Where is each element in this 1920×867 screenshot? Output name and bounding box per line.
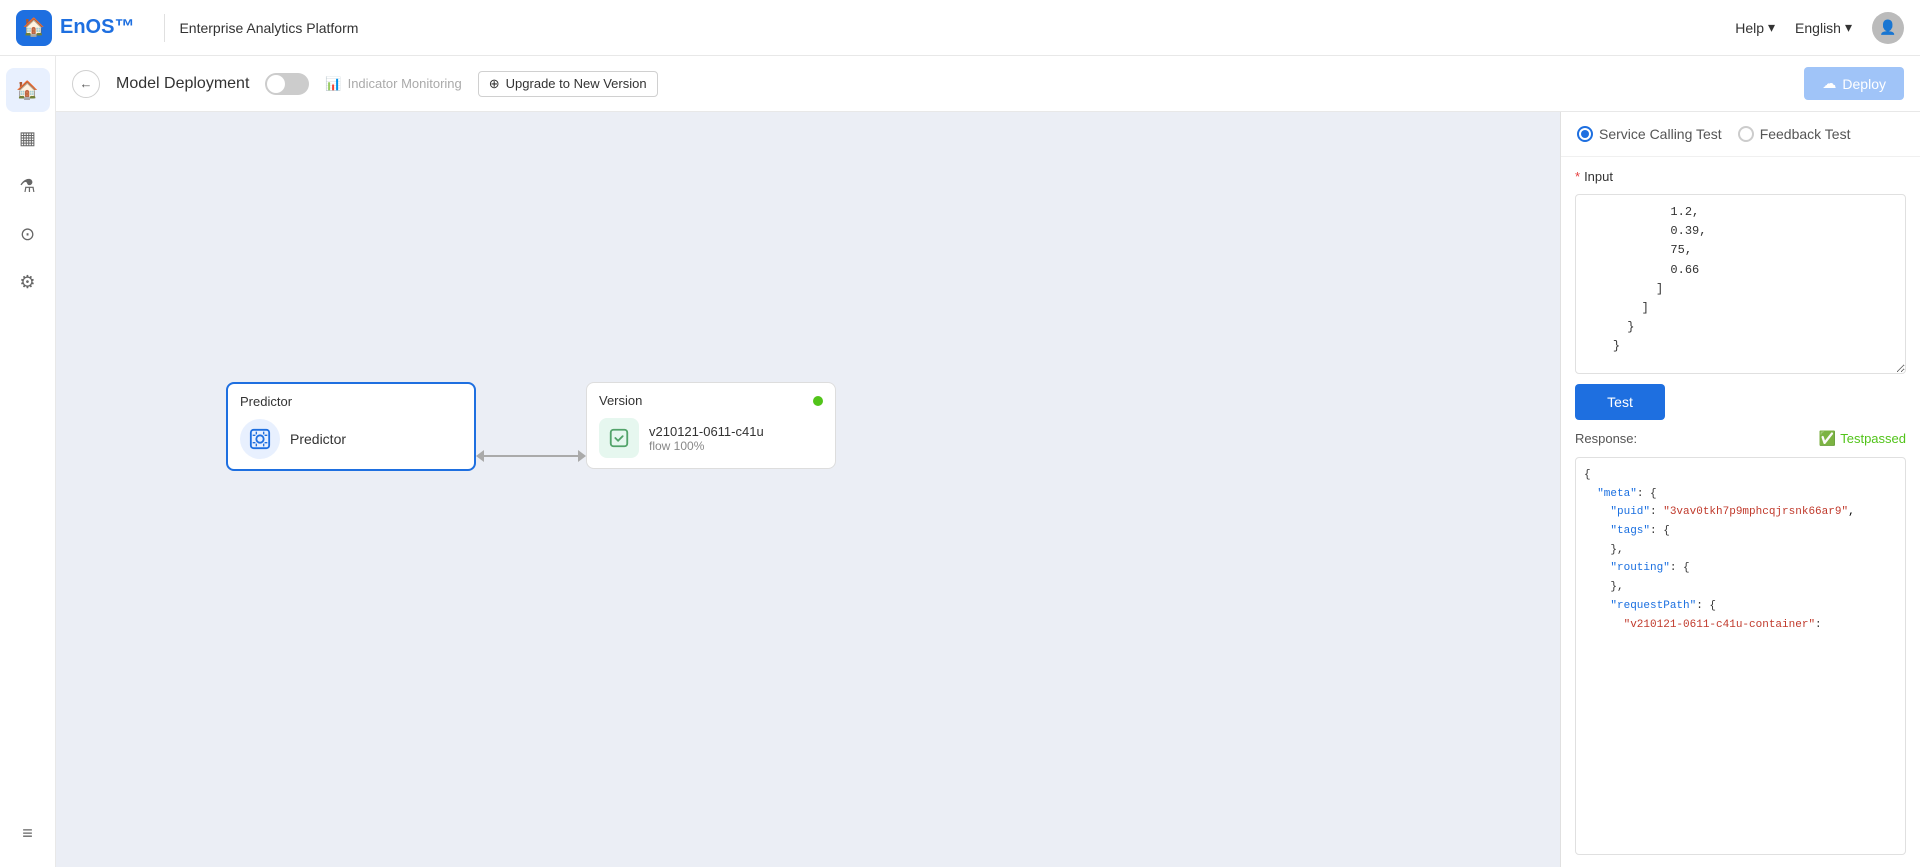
tab-feedback-test[interactable]: Feedback Test bbox=[1738, 126, 1851, 142]
tab-service-label: Service Calling Test bbox=[1599, 126, 1722, 142]
right-panel-content: * Input 1.2, 0.39, 75, 0.66 ] ] } } Test… bbox=[1561, 157, 1920, 867]
help-label: Help bbox=[1735, 20, 1764, 36]
deploy-icon: ☁ bbox=[1822, 75, 1836, 92]
canvas-area: Predictor Predictor Version bbox=[56, 112, 1920, 867]
sidebar-item-home[interactable]: 🏠 bbox=[6, 68, 50, 112]
lang-button[interactable]: English ▾ bbox=[1795, 19, 1852, 36]
predictor-label: Predictor bbox=[290, 431, 346, 447]
deploy-label: Deploy bbox=[1842, 76, 1886, 92]
sidebar-item-lab[interactable]: ⚗ bbox=[6, 164, 50, 208]
right-panel-tabs: Service Calling Test Feedback Test bbox=[1561, 112, 1920, 157]
help-chevron: ▾ bbox=[1768, 19, 1775, 36]
back-button[interactable]: ← bbox=[72, 70, 100, 98]
tab-feedback-label: Feedback Test bbox=[1760, 126, 1851, 142]
nav-divider bbox=[164, 14, 165, 42]
sidebar-item-dashboard[interactable]: ▦ bbox=[6, 116, 50, 160]
arrow-connector bbox=[476, 450, 586, 462]
upgrade-icon: ⊕ bbox=[489, 76, 500, 92]
logo-icon: 🏠 bbox=[16, 10, 52, 46]
version-node-header: Version bbox=[599, 393, 823, 408]
toggle-knob bbox=[267, 75, 285, 93]
lang-chevron: ▾ bbox=[1845, 19, 1852, 36]
avatar-icon: 👤 bbox=[1879, 19, 1896, 36]
help-button[interactable]: Help ▾ bbox=[1735, 19, 1775, 36]
arrow-head-left bbox=[476, 450, 484, 462]
version-icon bbox=[599, 418, 639, 458]
arrow-line bbox=[484, 455, 578, 457]
predictor-icon bbox=[240, 419, 280, 459]
version-node[interactable]: Version v210121-0611-c41u flow 100% bbox=[586, 382, 836, 469]
version-id: v210121-0611-c41u bbox=[649, 424, 764, 439]
tab-service-calling-test[interactable]: Service Calling Test bbox=[1577, 126, 1722, 142]
test-button[interactable]: Test bbox=[1575, 384, 1665, 420]
indicator-monitoring-button[interactable]: 📊 Indicator Monitoring bbox=[325, 76, 461, 92]
top-nav: 🏠 EnOS™ Enterprise Analytics Platform He… bbox=[0, 0, 1920, 56]
deploy-button[interactable]: ☁ Deploy bbox=[1804, 67, 1904, 100]
input-label: * Input bbox=[1575, 169, 1906, 184]
avatar[interactable]: 👤 bbox=[1872, 12, 1904, 44]
sidebar-item-settings[interactable]: ⚙ bbox=[6, 260, 50, 304]
version-flow: flow 100% bbox=[649, 439, 764, 453]
tab-radio-service bbox=[1577, 126, 1593, 142]
input-textarea[interactable]: 1.2, 0.39, 75, 0.66 ] ] } } bbox=[1575, 194, 1906, 374]
check-circle-icon: ✅ bbox=[1819, 430, 1836, 447]
indicator-icon: 📊 bbox=[325, 76, 341, 92]
version-status-dot bbox=[813, 396, 823, 406]
left-sidebar: 🏠 ▦ ⚗ ⊙ ⚙ ≡ bbox=[0, 56, 56, 867]
input-label-text: Input bbox=[1584, 169, 1613, 184]
logo-text: EnOS™ bbox=[60, 16, 134, 39]
sidebar-item-data[interactable]: ⊙ bbox=[6, 212, 50, 256]
test-passed-badge: ✅ Testpassed bbox=[1819, 430, 1906, 447]
sidebar-item-menu[interactable]: ≡ bbox=[6, 811, 50, 855]
arrow-head-right bbox=[578, 450, 586, 462]
upgrade-label: Upgrade to New Version bbox=[506, 76, 647, 91]
page-title: Model Deployment bbox=[116, 75, 249, 93]
logo: 🏠 EnOS™ bbox=[16, 10, 134, 46]
predictor-node-title: Predictor bbox=[240, 394, 462, 409]
response-header: Response: ✅ Testpassed bbox=[1575, 430, 1906, 447]
lang-label: English bbox=[1795, 20, 1841, 36]
predictor-node-body: Predictor bbox=[240, 419, 462, 459]
response-label: Response: bbox=[1575, 431, 1637, 446]
sub-header: ← Model Deployment 📊 Indicator Monitorin… bbox=[56, 56, 1920, 112]
version-node-body: v210121-0611-c41u flow 100% bbox=[599, 418, 823, 458]
response-box: { "meta": { "puid": "3vav0tkh7p9mphcqjrs… bbox=[1575, 457, 1906, 855]
platform-title: Enterprise Analytics Platform bbox=[179, 20, 358, 36]
main-wrapper: ← Model Deployment 📊 Indicator Monitorin… bbox=[56, 56, 1920, 867]
version-node-title: Version bbox=[599, 393, 642, 408]
tab-radio-feedback bbox=[1738, 126, 1754, 142]
upgrade-button[interactable]: ⊕ Upgrade to New Version bbox=[478, 71, 658, 97]
right-panel: Service Calling Test Feedback Test * Inp… bbox=[1560, 112, 1920, 867]
nav-right: Help ▾ English ▾ 👤 bbox=[1735, 12, 1904, 44]
indicator-label: Indicator Monitoring bbox=[348, 76, 462, 91]
version-info: v210121-0611-c41u flow 100% bbox=[649, 424, 764, 453]
toggle-switch[interactable] bbox=[265, 73, 309, 95]
predictor-node[interactable]: Predictor Predictor bbox=[226, 382, 476, 471]
test-passed-label: Testpassed bbox=[1840, 431, 1906, 446]
